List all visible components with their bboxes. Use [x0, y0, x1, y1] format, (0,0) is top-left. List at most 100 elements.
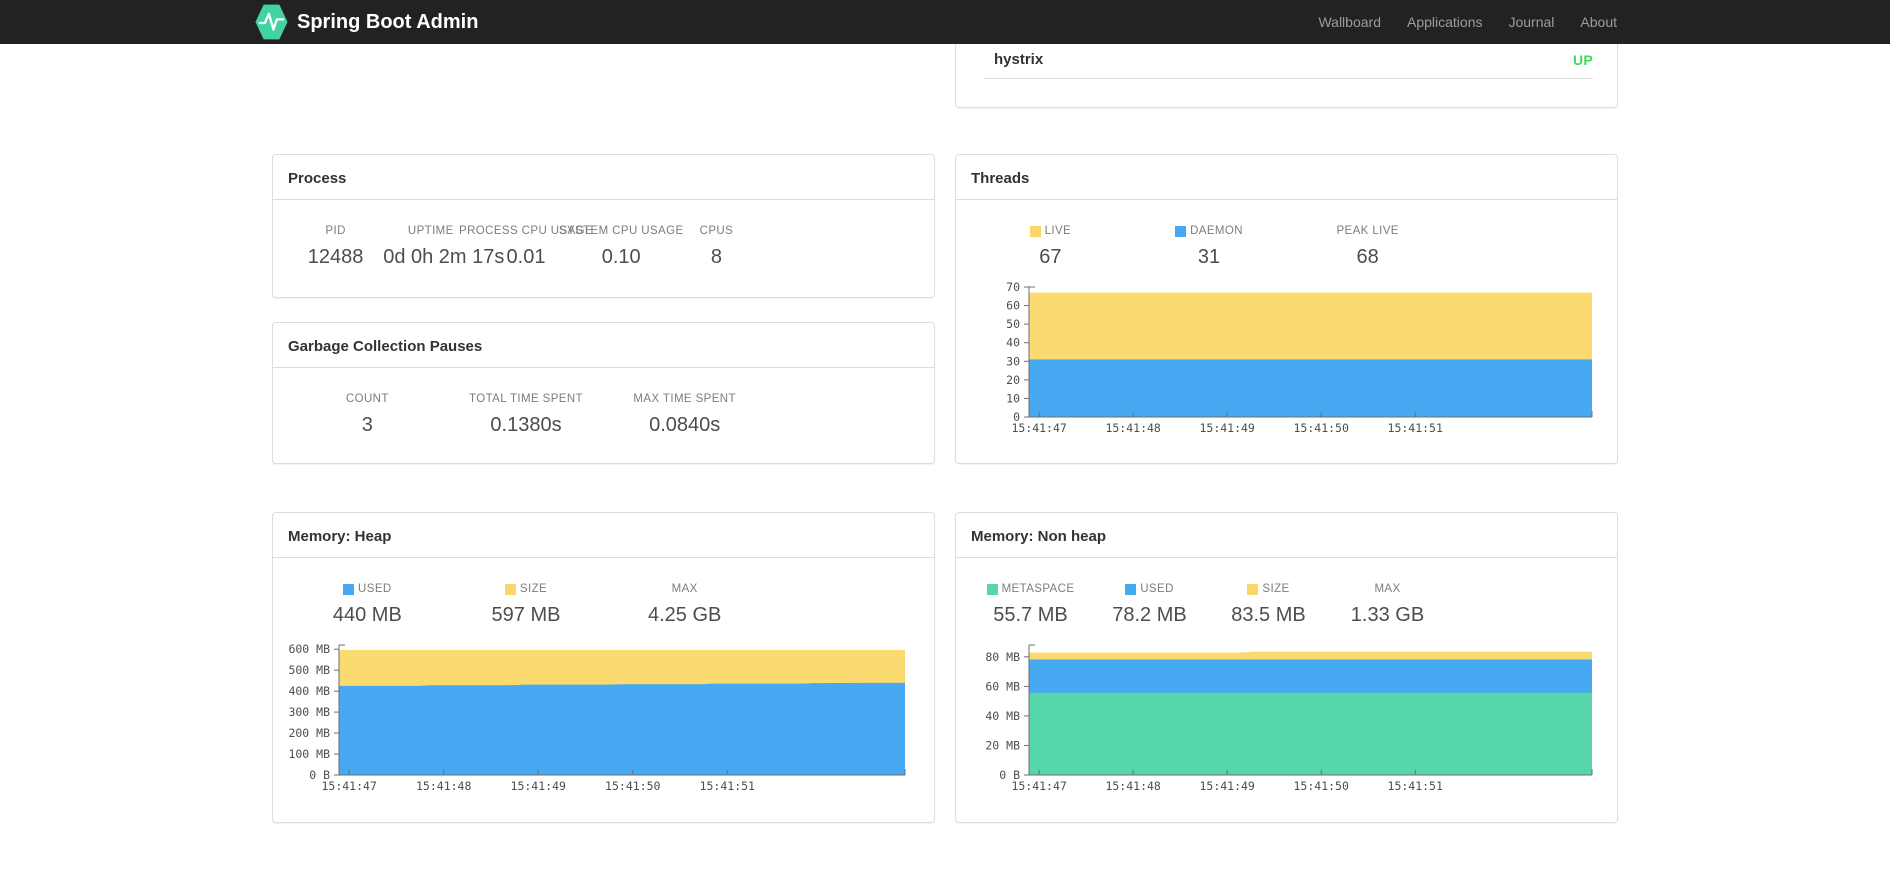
- metric-label-text: MAX: [1374, 583, 1401, 595]
- metric-value: 83.5 MB: [1231, 604, 1306, 626]
- series-area-metaspace: [1029, 692, 1592, 775]
- metric-label-text: UPTIME: [407, 225, 454, 237]
- metric-label-text: SIZE: [1262, 583, 1290, 595]
- svg-text:300 MB: 300 MB: [288, 705, 330, 719]
- metric-label: MAX: [605, 583, 764, 595]
- series-area-used: [339, 682, 905, 775]
- navbar-container: Spring Boot Admin Wallboard Applications J…: [255, 0, 1618, 44]
- navbar: Spring Boot Admin Wallboard Applications J…: [0, 0, 1890, 44]
- health-details-card: hystrix UP: [955, 44, 1618, 108]
- metric-label: PID: [288, 225, 383, 237]
- memory-heap-card: Memory: Heap USED 440 MB SIZE 597 MB MAX 4.25…: [272, 512, 935, 823]
- health-row-hystrix: hystrix UP: [984, 44, 1593, 79]
- legend-swatch-icon: [1175, 225, 1187, 237]
- metric-count: COUNT 3: [288, 393, 447, 437]
- process-metrics: PID 12488 UPTIME 0d 0h 2m 17s PROCESS CPU US…: [273, 200, 934, 269]
- metric-label: SYSTEM CPU USAGE: [559, 225, 683, 237]
- nav-item-journal[interactable]: Journal: [1495, 14, 1567, 30]
- nonheap-chart: 0 B 20 MB 40 MB 60 MB 80 MB 15:41:47 15:41:48 1…: [956, 639, 1617, 797]
- brand-link[interactable]: Spring Boot Admin: [255, 4, 478, 40]
- metric-label-text: PID: [325, 225, 346, 237]
- metric-value: 0d 0h 2m 17s: [383, 246, 505, 268]
- main-content: Process PID 12488 UPTIME 0d 0h 2m 17s PROCES…: [272, 44, 1618, 823]
- nav-item-applications[interactable]: Applications: [1394, 14, 1496, 30]
- svg-text:10: 10: [1006, 391, 1020, 405]
- metric-value: 597 MB: [491, 604, 561, 626]
- metric-cpus: CPUS 8: [669, 225, 764, 269]
- svg-text:15:41:48: 15:41:48: [1105, 421, 1160, 435]
- brand-title: Spring Boot Admin: [297, 10, 479, 33]
- metric-label-text: CPUS: [699, 225, 734, 237]
- threads-chart-svg: 01020304050607015:41:47 15:41:48 15:41:49 1…: [1006, 281, 1593, 435]
- metric-label: SIZE: [447, 583, 606, 595]
- metric-label: USED: [288, 583, 447, 595]
- metric-metaspace: METASPACE 55.7 MB: [971, 583, 1090, 627]
- metric-value: 31: [1197, 246, 1221, 268]
- svg-text:200 MB: 200 MB: [288, 726, 330, 740]
- metric-value: 55.7 MB: [993, 604, 1068, 626]
- threads-chart: 0 10 20 30 40 50 60 70 15:41:47 15:41:48 15:41:49 1…: [956, 281, 1617, 439]
- metric-label: MAX TIME SPENT: [605, 393, 764, 405]
- metric-max: MAX 1.33 GB: [1328, 583, 1447, 627]
- svg-text:500 MB: 500 MB: [288, 663, 330, 677]
- process-card: Process PID 12488 UPTIME 0d 0h 2m 17s PROCES…: [272, 154, 935, 298]
- metric-used: USED 440 MB: [288, 583, 447, 627]
- legend-swatch-icon: [1247, 583, 1259, 595]
- status-badge: UP: [1572, 51, 1593, 68]
- svg-text:15:41:49: 15:41:49: [1199, 421, 1254, 435]
- metric-size: SIZE 597 MB: [447, 583, 606, 627]
- svg-text:60 MB: 60 MB: [985, 679, 1020, 693]
- svg-text:15:41:50: 15:41:50: [1294, 421, 1349, 435]
- threads-metrics: LIVE 67 DAEMON 31 PEAK LIVE 68: [956, 200, 1617, 269]
- legend-swatch-icon: [1125, 583, 1137, 595]
- svg-text:40: 40: [1006, 336, 1020, 350]
- metric-size: SIZE 83.5 MB: [1209, 583, 1328, 627]
- nonheap-metrics: METASPACE 55.7 MB USED 78.2 MB SIZE 83.5 MB MA…: [956, 558, 1617, 627]
- metric-value: 0.01: [506, 246, 546, 268]
- metric-value: 0.0840s: [649, 414, 721, 436]
- threads-card-title: Threads: [956, 155, 1617, 200]
- metric-label: DAEMON: [1130, 225, 1289, 237]
- svg-text:15:41:49: 15:41:49: [1199, 779, 1254, 793]
- memory-nonheap-card: Memory: Non heap METASPACE 55.7 MB USED 78.…: [955, 512, 1618, 823]
- svg-text:15:41:51: 15:41:51: [1388, 421, 1443, 435]
- metric-used: USED 78.2 MB: [1090, 583, 1209, 627]
- heap-chart: 0 B 100 MB 200 MB 300 MB 400 MB 500 MB 600 MB 1…: [273, 639, 934, 797]
- svg-text:30: 30: [1006, 354, 1020, 368]
- svg-text:400 MB: 400 MB: [288, 684, 330, 698]
- metric-label: MAX: [1328, 583, 1447, 595]
- threads-card: Threads LIVE 67 DAEMON 31 PEAK LIVE 68 0 10 20 3…: [955, 154, 1618, 464]
- metric-value: 8: [710, 246, 722, 268]
- svg-text:15:41:49: 15:41:49: [511, 779, 566, 793]
- svg-text:15:41:47: 15:41:47: [1011, 779, 1066, 793]
- metric-label: SIZE: [1209, 583, 1328, 595]
- spring-boot-admin-logo-icon: [255, 4, 288, 40]
- metric-live: LIVE 67: [971, 225, 1130, 269]
- metric-label: METASPACE: [971, 583, 1090, 595]
- metric-pid: PID 12488: [288, 225, 383, 269]
- legend-swatch-icon: [1029, 225, 1041, 237]
- metric-max: MAX 4.25 GB: [605, 583, 764, 627]
- metric-label-text: SIZE: [519, 583, 548, 595]
- svg-text:50: 50: [1006, 317, 1020, 331]
- nav-item-about[interactable]: About: [1567, 14, 1618, 30]
- svg-text:15:41:50: 15:41:50: [1294, 779, 1349, 793]
- gc-metrics: COUNT 3 TOTAL TIME SPENT 0.1380s MAX TIME SP…: [273, 368, 934, 437]
- gc-card-title: Garbage Collection Pauses: [273, 323, 934, 368]
- svg-text:15:41:51: 15:41:51: [1388, 779, 1443, 793]
- metric-value: 12488: [307, 246, 364, 268]
- metric-label-text: USED: [358, 583, 392, 595]
- metric-value: 67: [1039, 246, 1062, 268]
- metric-total-time-spent: TOTAL TIME SPENT 0.1380s: [447, 393, 606, 437]
- svg-text:60: 60: [1006, 299, 1020, 313]
- metric-label-text: MAX: [671, 583, 698, 595]
- svg-text:20 MB: 20 MB: [985, 738, 1020, 752]
- metric-label-text: PEAK LIVE: [1336, 225, 1399, 237]
- metric-label: PEAK LIVE: [1288, 225, 1447, 237]
- health-indicator-name: hystrix: [994, 51, 1044, 68]
- left-column: Process PID 12488 UPTIME 0d 0h 2m 17s PROCES…: [272, 44, 935, 823]
- metric-label: CPUS: [669, 225, 764, 237]
- nav-item-wallboard[interactable]: Wallboard: [1305, 14, 1394, 30]
- svg-text:15:41:48: 15:41:48: [416, 779, 471, 793]
- metric-value: 440 MB: [332, 604, 402, 626]
